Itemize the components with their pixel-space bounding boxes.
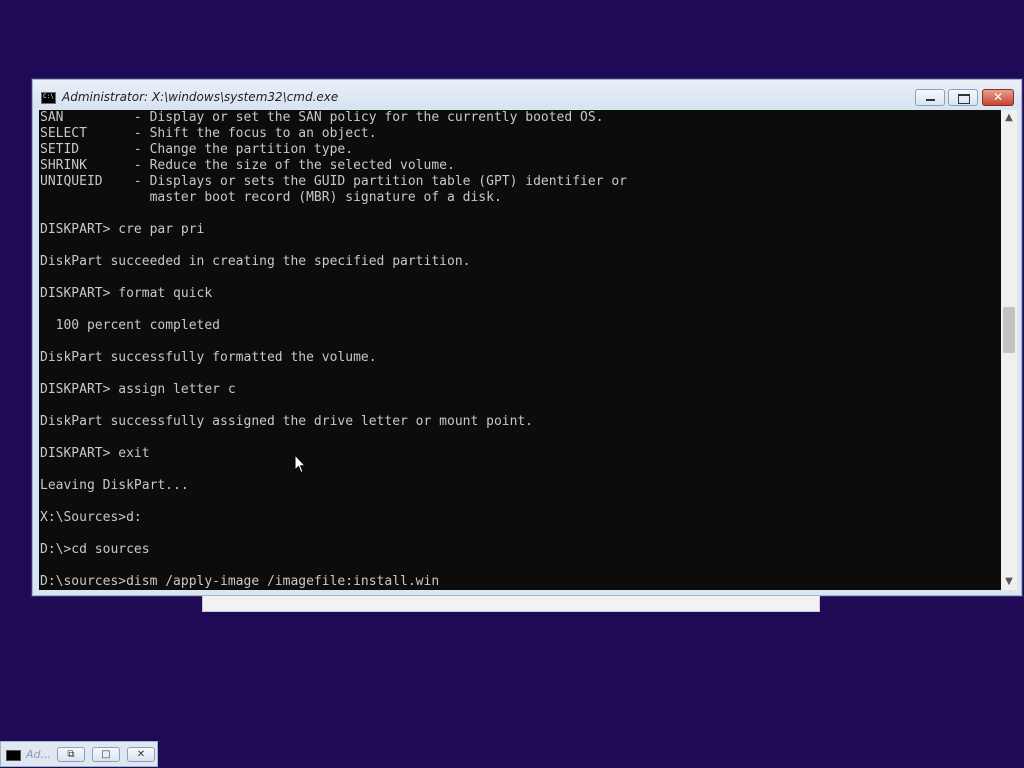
close-button[interactable]: ✕ xyxy=(127,747,155,762)
title-bar[interactable]: C:\ Administrator: X:\windows\system32\c… xyxy=(33,80,1021,109)
console-line: SAN - Display or set the SAN policy for … xyxy=(40,110,604,125)
console-line: Leaving DiskPart... xyxy=(40,478,189,493)
console-line: DISKPART> format quick xyxy=(40,286,213,301)
console-line: DiskPart successfully assigned the drive… xyxy=(40,414,534,429)
close-button[interactable]: ✕ xyxy=(982,89,1014,106)
console-line: 100 percent completed xyxy=(40,318,221,333)
console-line: X:\Sources>d: xyxy=(40,510,142,525)
console-line: D:\>cd sources xyxy=(40,542,150,557)
minimized-title: Ad... xyxy=(26,748,51,761)
console-output[interactable]: SAN - Display or set the SAN policy for … xyxy=(39,110,1001,590)
close-icon: ✕ xyxy=(992,90,1004,104)
mouse-cursor-icon xyxy=(294,454,306,474)
console-line: SELECT - Shift the focus to an object. xyxy=(40,126,377,141)
console-line: DISKPART> exit xyxy=(40,446,150,461)
maximize-icon xyxy=(949,90,977,105)
console-line: D:\sources>dism /apply-image /imagefile:… xyxy=(40,574,440,589)
cmd-window[interactable]: C:\ Administrator: X:\windows\system32\c… xyxy=(32,79,1022,596)
maximize-button[interactable] xyxy=(948,89,978,106)
console-line: DiskPart succeeded in creating the speci… xyxy=(40,254,471,269)
console-line: master boot record (MBR) signature of a … xyxy=(40,190,502,205)
console-line: DISKPART> cre par pri xyxy=(40,222,205,237)
minimize-icon xyxy=(916,90,944,105)
scroll-down-icon[interactable]: ▼ xyxy=(1001,574,1017,590)
window-title: Administrator: X:\windows\system32\cmd.e… xyxy=(62,90,339,104)
cmd-icon xyxy=(6,750,21,761)
console-line: DISKPART> assign letter c xyxy=(40,382,236,397)
console-line: UNIQUEID - Displays or sets the GUID par… xyxy=(40,174,627,189)
console-line: DiskPart successfully formatted the volu… xyxy=(40,350,377,365)
cmd-icon[interactable]: C:\ xyxy=(41,92,56,104)
minimize-button[interactable] xyxy=(915,89,945,106)
console-text: SAN - Display or set the SAN policy for … xyxy=(39,110,1001,590)
scroll-up-icon[interactable]: ▲ xyxy=(1001,110,1017,126)
vertical-scrollbar[interactable]: ▲ ▼ xyxy=(1001,110,1017,590)
console-line: SHRINK - Reduce the size of the selected… xyxy=(40,158,455,173)
scroll-thumb[interactable] xyxy=(1003,306,1015,353)
console-line: SETID - Change the partition type. xyxy=(40,142,354,157)
minimized-cmd-window[interactable]: Ad... ⧉ □ ✕ xyxy=(0,741,158,767)
restore-button[interactable]: ⧉ xyxy=(57,747,85,762)
maximize-button[interactable]: □ xyxy=(92,747,120,762)
